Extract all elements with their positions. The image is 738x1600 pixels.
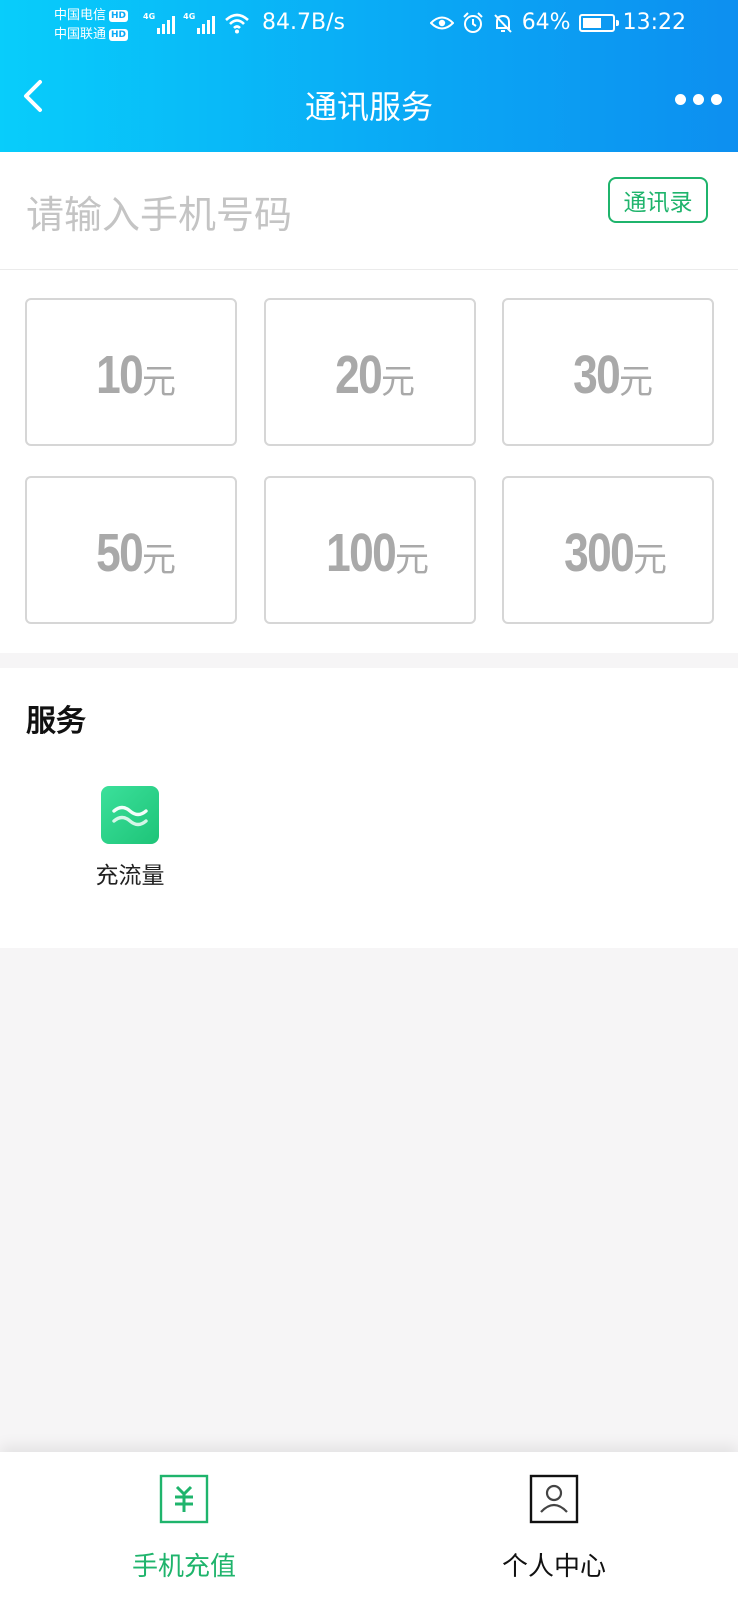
amount-option-20[interactable]: 20 元: [264, 298, 476, 446]
bottom-tab-bar: 手机充值 个人中心: [0, 1452, 738, 1600]
services-section: 服务 充流量: [0, 668, 738, 948]
dot-icon: [710, 93, 722, 105]
eye-icon: [429, 16, 454, 29]
service-data-recharge[interactable]: 充流量: [80, 786, 180, 896]
services-title: 服务: [26, 704, 86, 739]
more-options-button[interactable]: [672, 86, 724, 112]
app-header: 中国电信 HD 中国联通 HD 4G 4G 84.7B/s 64% 13:22 …: [0, 0, 738, 152]
amount-value: 50: [96, 523, 144, 583]
status-bar: 中国电信 HD 中国联通 HD 4G 4G 84.7B/s 64% 13:22: [0, 0, 738, 52]
clock-time: 13:22: [622, 10, 686, 35]
phone-number-row: 通讯录: [0, 152, 738, 270]
dot-icon: [674, 93, 686, 105]
amount-value: 100: [326, 523, 397, 583]
amount-option-10[interactable]: 10 元: [25, 298, 237, 446]
network-type: 4G: [143, 12, 156, 21]
service-label: 充流量: [95, 863, 165, 889]
bell-off-icon: [493, 13, 512, 33]
recharge-amount-grid: 10 元 20 元 30 元 50 元 100 元 300 元: [0, 270, 738, 653]
network-speed: 84.7B/s: [262, 10, 345, 35]
amount-unit: 元: [633, 540, 668, 580]
amount-value: 20: [335, 345, 383, 405]
amount-option-50[interactable]: 50 元: [25, 476, 237, 624]
amount-value: 10: [96, 345, 144, 405]
amount-unit: 元: [381, 362, 416, 402]
amount-value: 30: [573, 345, 621, 405]
amount-unit: 元: [142, 540, 177, 580]
yuan-icon: [159, 1474, 209, 1524]
status-icons: 64% 13:22: [429, 10, 686, 35]
tab-label: 个人中心: [501, 1552, 606, 1582]
hd-badge: HD: [109, 28, 129, 41]
hd-badge: HD: [109, 9, 129, 22]
amount-unit: 元: [395, 540, 430, 580]
alarm-icon: [462, 11, 483, 33]
person-icon: [529, 1474, 579, 1524]
carrier-name-1: 中国电信: [54, 8, 107, 23]
signal-strength: 4G 4G: [143, 12, 216, 34]
wifi-icon: [225, 13, 249, 34]
signal-icon: 4G: [183, 12, 216, 34]
wave-icon: [101, 786, 159, 844]
nav-bar: 通讯服务: [0, 60, 738, 140]
network-type: 4G: [183, 12, 196, 21]
amount-value: 300: [564, 523, 635, 583]
amount-option-100[interactable]: 100 元: [264, 476, 476, 624]
page-title: 通讯服务: [304, 88, 433, 126]
tab-phone-recharge[interactable]: 手机充值: [74, 1474, 294, 1583]
phone-number-input[interactable]: [26, 188, 566, 242]
amount-option-300[interactable]: 300 元: [502, 476, 714, 624]
signal-icon: 4G: [143, 12, 176, 34]
battery-icon: [578, 13, 619, 32]
tab-label: 手机充值: [131, 1552, 236, 1582]
dot-icon: [692, 93, 704, 105]
battery-percent: 64%: [521, 10, 571, 35]
carrier-name-2: 中国联通: [54, 27, 107, 42]
amount-option-30[interactable]: 30 元: [502, 298, 714, 446]
tab-personal-center[interactable]: 个人中心: [444, 1474, 664, 1583]
contacts-button[interactable]: 通讯录: [608, 177, 708, 223]
amount-unit: 元: [142, 362, 177, 402]
amount-unit: 元: [619, 362, 654, 402]
carrier-info: 中国电信 HD 中国联通 HD: [54, 6, 129, 44]
